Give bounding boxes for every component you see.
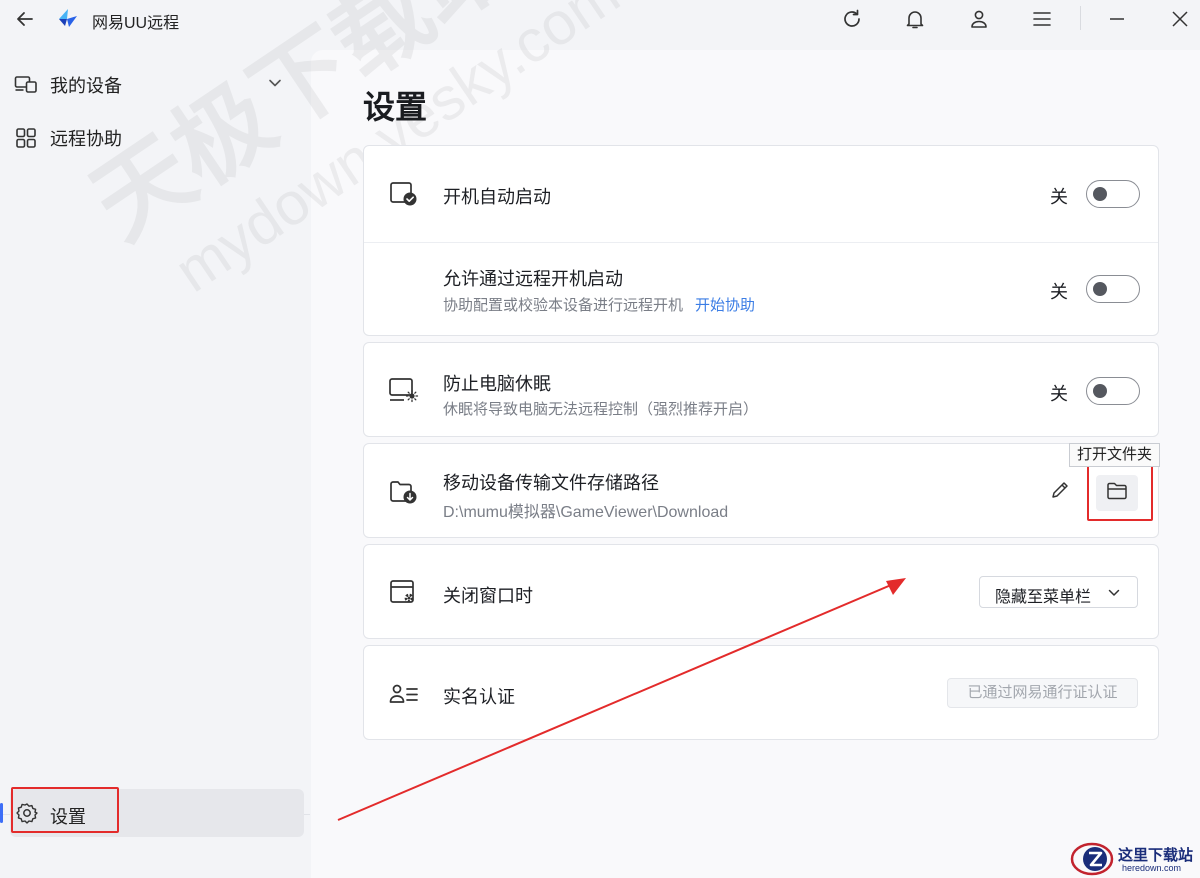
folder-download-icon <box>388 476 420 508</box>
title-bar: 网易UU远程 <box>0 0 1200 38</box>
setting-title: 移动设备传输文件存储路径 <box>443 473 659 493</box>
toggle-state-label: 关 <box>1050 282 1068 302</box>
settings-card-close-window: 关闭窗口时 隐藏至菜单栏 <box>363 544 1159 639</box>
toggle-state-label: 关 <box>1050 384 1068 404</box>
close-icon[interactable] <box>1166 5 1194 33</box>
remote-assist-icon <box>13 125 39 151</box>
settings-card-startup: 开机自动启动 关 允许通过远程开机启动 协助配置或校验本设备进行远程开机 开始协助… <box>363 145 1159 336</box>
dropdown-selected-value: 隐藏至菜单栏 <box>995 589 1092 606</box>
app-logo-icon <box>56 6 80 30</box>
settings-card-real-name: 实名认证 已通过网易通行证认证 <box>363 645 1159 740</box>
window-settings-icon <box>388 577 420 609</box>
setting-row-remote-boot: 允许通过远程开机启动 协助配置或校验本设备进行远程开机 开始协助 关 <box>364 243 1158 337</box>
app-title: 网易UU远程 <box>92 15 180 32</box>
notification-bell-icon[interactable] <box>901 5 929 33</box>
toggle-knob <box>1093 282 1107 296</box>
toggle-knob <box>1093 187 1107 201</box>
autostart-icon <box>388 178 420 210</box>
autostart-toggle[interactable] <box>1086 180 1140 208</box>
active-nav-indicator <box>0 803 3 823</box>
sidebar-item-label: 远程协助 <box>50 129 122 149</box>
menu-hamburger-icon[interactable] <box>1028 5 1056 33</box>
prevent-sleep-toggle[interactable] <box>1086 377 1140 405</box>
start-assist-link[interactable]: 开始协助 <box>695 297 755 314</box>
annotation-highlight-box <box>1087 463 1153 521</box>
setting-row-autostart: 开机自动启动 关 <box>364 146 1158 242</box>
annotation-highlight-box <box>11 787 119 833</box>
setting-title: 允许通过远程开机启动 <box>443 269 623 289</box>
site-logo: 这里下载站 heredown.com <box>1068 840 1200 878</box>
user-account-icon[interactable] <box>965 5 993 33</box>
title-bar-separator <box>1080 6 1081 30</box>
chevron-down-icon[interactable] <box>268 76 282 95</box>
setting-subtitle: 协助配置或校验本设备进行远程开机 开始协助 <box>443 297 756 314</box>
settings-card-prevent-sleep: 防止电脑休眠 休眠将导致电脑无法远程控制（强烈推荐开启） 关 <box>363 342 1159 437</box>
chevron-down-icon <box>1107 586 1121 605</box>
remote-boot-toggle[interactable] <box>1086 275 1140 303</box>
verification-status-badge: 已通过网易通行证认证 <box>947 678 1138 708</box>
sidebar-item-label: 我的设备 <box>50 76 122 96</box>
setting-title: 防止电脑休眠 <box>443 374 551 394</box>
close-window-dropdown[interactable]: 隐藏至菜单栏 <box>979 576 1138 608</box>
minimize-icon[interactable] <box>1103 5 1131 33</box>
open-folder-tooltip: 打开文件夹 <box>1069 443 1161 467</box>
setting-subtitle: 休眠将导致电脑无法远程控制（强烈推荐开启） <box>443 401 759 418</box>
sidebar: 我的设备 远程协助 <box>0 38 310 878</box>
back-arrow-icon[interactable] <box>12 6 38 32</box>
toggle-state-label: 关 <box>1050 187 1068 207</box>
id-verification-icon <box>388 678 420 710</box>
settings-card-storage-path: 移动设备传输文件存储路径 D:\mumu模拟器\GameViewer\Downl… <box>363 443 1159 538</box>
setting-title: 开机自动启动 <box>443 187 551 207</box>
prevent-sleep-icon <box>388 374 420 406</box>
z-logo-icon <box>1070 842 1114 876</box>
refresh-icon[interactable] <box>838 5 866 33</box>
page-title: 设置 <box>363 89 428 125</box>
pencil-edit-icon[interactable] <box>1047 477 1073 503</box>
setting-title: 实名认证 <box>443 687 515 707</box>
storage-path-value: D:\mumu模拟器\GameViewer\Download <box>443 504 729 521</box>
sidebar-item-my-devices[interactable]: 我的设备 <box>0 63 300 107</box>
toggle-knob <box>1093 384 1107 398</box>
sidebar-item-remote-assist[interactable]: 远程协助 <box>0 116 300 160</box>
setting-title: 关闭窗口时 <box>443 586 533 606</box>
devices-icon <box>13 72 39 98</box>
